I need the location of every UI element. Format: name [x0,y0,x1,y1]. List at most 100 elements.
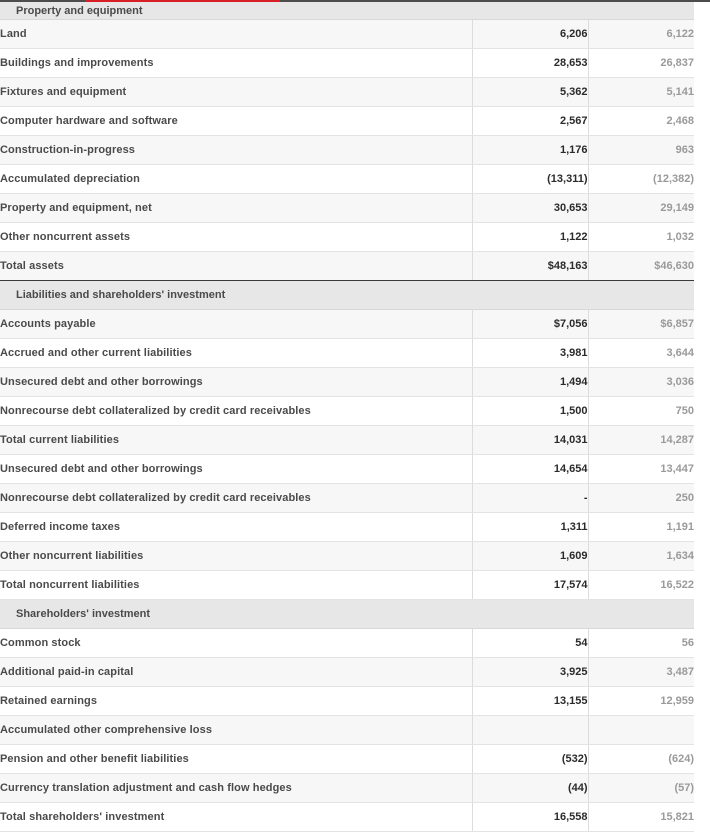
value-current-period: 1,311 [471,512,588,542]
value-prior-period: 29,149 [587,193,695,223]
value-current-period: 5,362 [471,77,588,107]
value-prior-period: 5,141 [587,77,695,107]
table-row: Buildings and improvements 28,653 26,837 [0,48,695,78]
row-label: Property and equipment, net [0,193,472,223]
table-row: Other noncurrent assets 1,122 1,032 [0,222,695,252]
value-prior-period: 3,487 [587,657,695,687]
value-current-period: 1,609 [471,541,588,571]
value-current-period: 6,206 [471,19,588,49]
table-row: Other noncurrent liabilities 1,609 1,634 [0,541,695,571]
value-prior-period: 16,522 [587,570,695,600]
table-row: Accounts payable $7,056 $6,857 [0,309,695,339]
value-prior-period: 26,837 [587,48,695,78]
value-current-period: - [471,483,588,513]
value-current-period: (13,311) [471,164,588,194]
value-prior-period: 750 [587,396,695,426]
table-row: Total noncurrent liabilities 17,574 16,522 [0,570,695,600]
value-current-period: (532) [471,744,588,774]
row-label: Other noncurrent assets [0,222,472,252]
value-prior-period: 6,122 [587,19,695,49]
table-row: Unsecured debt and other borrowings 1,494… [0,367,695,397]
row-label: Currency translation adjustment and cash… [0,773,472,803]
balance-sheet-container: Property and equipment Land 6,206 6,122 Buil… [0,2,710,832]
value-current-period: 1,494 [471,367,588,397]
row-label: Total current liabilities [0,425,472,455]
value-current-period: 14,654 [471,454,588,484]
table-row: Accumulated other comprehensive loss [0,715,695,745]
value-prior-period: 56 [587,628,695,658]
row-label: Construction-in-progress [0,135,472,165]
value-current-period [471,715,588,745]
accent-rule-red [85,0,280,2]
table-row: Total assets $48,163 $46,630 [0,251,695,281]
table-row: Pension and other benefit liabilities (53… [0,744,695,774]
row-label: Deferred income taxes [0,512,472,542]
row-label: Accounts payable [0,309,472,339]
table-row: Property and equipment, net 30,653 29,149 [0,193,695,223]
row-label: Accrued and other current liabilities [0,338,472,368]
row-label: Total assets [0,251,472,281]
value-current-period: 54 [471,628,588,658]
balance-sheet-table: Property and equipment Land 6,206 6,122 Buil… [0,2,695,832]
value-prior-period: 1,032 [587,222,695,252]
right-gutter [694,2,710,804]
table-row: Construction-in-progress 1,176 963 [0,135,695,165]
row-label: Total shareholders' investment [0,802,472,832]
value-current-period: 30,653 [471,193,588,223]
table-row: Nonrecourse debt collateralized by credi… [0,396,695,426]
value-prior-period: 1,191 [587,512,695,542]
value-prior-period: 963 [587,135,695,165]
table-row: Computer hardware and software 2,567 2,468 [0,106,695,136]
table-row: Land 6,206 6,122 [0,19,695,49]
value-prior-period: 250 [587,483,695,513]
section-header-label: Property and equipment [0,2,695,20]
table-row: Currency translation adjustment and cash… [0,773,695,803]
value-prior-period: 3,644 [587,338,695,368]
row-label: Unsecured debt and other borrowings [0,367,472,397]
value-current-period: 28,653 [471,48,588,78]
value-prior-period: 2,468 [587,106,695,136]
value-current-period: $7,056 [471,309,588,339]
value-prior-period: 3,036 [587,367,695,397]
value-current-period: 1,176 [471,135,588,165]
table-row: Common stock 54 56 [0,628,695,658]
section-header-row: Property and equipment [0,2,695,20]
row-label: Pension and other benefit liabilities [0,744,472,774]
value-prior-period: 13,447 [587,454,695,484]
table-row: Deferred income taxes 1,311 1,191 [0,512,695,542]
row-label: Nonrecourse debt collateralized by credi… [0,483,472,513]
value-prior-period: 12,959 [587,686,695,716]
table-row: Accrued and other current liabilities 3,9… [0,338,695,368]
value-current-period: $48,163 [471,251,588,281]
section-header-row: Shareholders' investment [0,599,695,629]
row-label: Nonrecourse debt collateralized by credi… [0,396,472,426]
value-current-period: 17,574 [471,570,588,600]
table-row: Total shareholders' investment 16,558 15,8… [0,802,695,832]
table-row: Nonrecourse debt collateralized by credi… [0,483,695,513]
row-label: Fixtures and equipment [0,77,472,107]
table-row: Fixtures and equipment 5,362 5,141 [0,77,695,107]
value-current-period: 2,567 [471,106,588,136]
row-label: Total noncurrent liabilities [0,570,472,600]
value-prior-period: $46,630 [587,251,695,281]
row-label: Unsecured debt and other borrowings [0,454,472,484]
value-prior-period: 1,634 [587,541,695,571]
row-label: Land [0,19,472,49]
section-header-label: Shareholders' investment [0,599,695,629]
value-current-period: 13,155 [471,686,588,716]
value-current-period: 14,031 [471,425,588,455]
value-prior-period: (57) [587,773,695,803]
balance-sheet-body: Property and equipment Land 6,206 6,122 Buil… [0,2,695,832]
value-current-period: 1,122 [471,222,588,252]
value-prior-period: (12,382) [587,164,695,194]
value-current-period: 1,500 [471,396,588,426]
value-prior-period: (624) [587,744,695,774]
table-row: Accumulated depreciation (13,311) (12,382) [0,164,695,194]
table-row: Retained earnings 13,155 12,959 [0,686,695,716]
value-prior-period: 15,821 [587,802,695,832]
row-label: Computer hardware and software [0,106,472,136]
row-label: Accumulated depreciation [0,164,472,194]
section-header-label: Liabilities and shareholders' investment [0,280,695,310]
row-label: Buildings and improvements [0,48,472,78]
table-row: Total current liabilities 14,031 14,287 [0,425,695,455]
